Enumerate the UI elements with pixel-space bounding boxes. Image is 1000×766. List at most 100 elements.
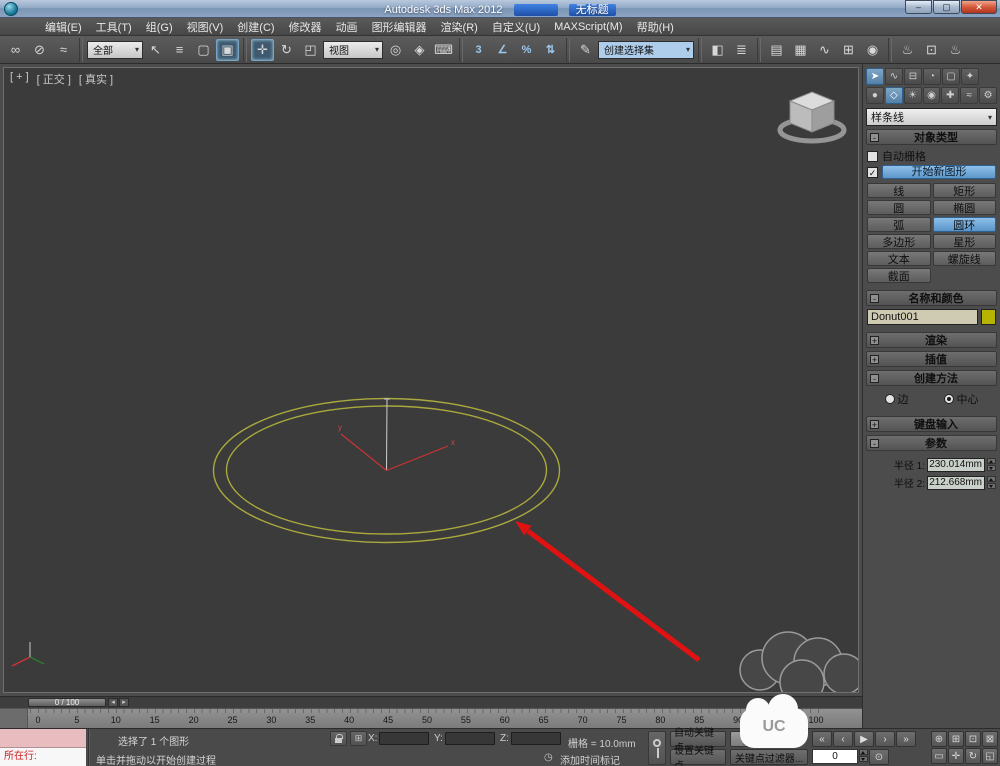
- rendered-frame-window-icon[interactable]: ⊡: [920, 39, 943, 61]
- category-cameras[interactable]: ◉: [923, 87, 941, 104]
- zoom-all-button[interactable]: ⊞: [948, 731, 964, 747]
- selection-filter-dropdown[interactable]: 全部▾: [87, 41, 143, 59]
- rollout-name-color-header[interactable]: - 名称和颜色: [866, 290, 997, 306]
- select-and-rotate-icon[interactable]: ↻: [275, 39, 298, 61]
- selection-lock-toggle[interactable]: [330, 731, 347, 746]
- previous-frame-button[interactable]: ‹: [833, 731, 853, 747]
- timeline-tick[interactable]: 80: [655, 715, 665, 725]
- previous-key-button[interactable]: ◂: [108, 698, 118, 707]
- object-type-button[interactable]: 截面: [867, 268, 931, 283]
- viewport-shading-menu[interactable]: [ 真实 ]: [79, 71, 113, 87]
- timeline-tick[interactable]: 40: [344, 715, 354, 725]
- add-time-tag[interactable]: 添加时间标记: [560, 752, 620, 766]
- creation-method-option[interactable]: 中心: [944, 391, 979, 407]
- timeline-tick[interactable]: 50: [422, 715, 432, 725]
- go-to-end-button[interactable]: »: [896, 731, 916, 747]
- category-helpers[interactable]: ✚: [941, 87, 959, 104]
- maxscript-macro-recorder[interactable]: [0, 729, 86, 748]
- object-color-swatch[interactable]: [981, 309, 996, 325]
- timeline-tick[interactable]: 20: [189, 715, 199, 725]
- timeline-tick[interactable]: 35: [305, 715, 315, 725]
- play-button[interactable]: ▶: [854, 731, 874, 747]
- object-name-field[interactable]: Donut001: [867, 309, 978, 325]
- percent-snap-icon[interactable]: %: [515, 39, 538, 61]
- object-type-button[interactable]: 矩形: [933, 183, 997, 198]
- menu-item[interactable]: 渲染(R): [434, 18, 485, 36]
- category-geometry[interactable]: ●: [866, 87, 884, 104]
- object-type-button[interactable]: 线: [867, 183, 931, 198]
- render-setup-icon[interactable]: ♨: [896, 39, 919, 61]
- curve-editor-icon[interactable]: ∿: [813, 39, 836, 61]
- zoom-extents-all-button[interactable]: ⊠: [982, 731, 998, 747]
- menu-item[interactable]: 创建(C): [230, 18, 281, 36]
- creation-method-option[interactable]: 边: [885, 391, 909, 407]
- tab-modify[interactable]: ∿: [885, 68, 903, 85]
- close-button[interactable]: ✕: [961, 0, 997, 14]
- window-crossing-toggle-icon[interactable]: ▣: [216, 39, 239, 61]
- menu-item[interactable]: 工具(T): [89, 18, 139, 36]
- mirror-icon[interactable]: ◧: [706, 39, 729, 61]
- select-and-move-icon[interactable]: ✛: [251, 39, 274, 61]
- menu-item[interactable]: 组(G): [139, 18, 180, 36]
- set-key-big-button[interactable]: [648, 731, 666, 765]
- zoom-extents-button[interactable]: ⊡: [965, 731, 981, 747]
- object-type-button[interactable]: 文本: [867, 251, 931, 266]
- object-type-button[interactable]: 弧: [867, 217, 931, 232]
- go-to-start-button[interactable]: «: [812, 731, 832, 747]
- timeline-tick[interactable]: 25: [227, 715, 237, 725]
- menu-item[interactable]: 视图(V): [180, 18, 231, 36]
- viewport-pov-menu[interactable]: [ 正交 ]: [37, 71, 71, 87]
- select-by-name-icon[interactable]: ≡: [168, 39, 191, 61]
- tab-utilities[interactable]: ✦: [961, 68, 979, 85]
- rollout-interpolation-header[interactable]: + 插值: [866, 351, 997, 367]
- maximize-button[interactable]: ▢: [933, 0, 960, 14]
- timeline-tick[interactable]: 45: [383, 715, 393, 725]
- start-new-shape-button[interactable]: 开始新图形: [882, 165, 996, 179]
- rollout-object-type-header[interactable]: - 对象类型: [866, 129, 997, 145]
- viewport[interactable]: y x: [3, 67, 859, 693]
- menu-item[interactable]: 修改器: [282, 18, 329, 36]
- rollout-rendering-header[interactable]: + 渲染: [866, 332, 997, 348]
- menu-item[interactable]: MAXScript(M): [547, 20, 629, 34]
- time-configuration-button[interactable]: ⊙: [869, 749, 889, 765]
- tab-hierarchy[interactable]: ⊟: [904, 68, 922, 85]
- x-coordinate-field[interactable]: [379, 732, 429, 745]
- radius2-spinner[interactable]: [987, 476, 996, 489]
- menu-item[interactable]: 编辑(E): [38, 18, 89, 36]
- key-filters-button[interactable]: 关键点过滤器...: [730, 749, 808, 765]
- menu-item[interactable]: 帮助(H): [630, 18, 681, 36]
- align-icon[interactable]: ≣: [730, 39, 753, 61]
- time-slider-handle[interactable]: 0 / 100: [28, 698, 106, 707]
- category-shapes[interactable]: ◇: [885, 87, 903, 104]
- viewport-general-menu[interactable]: [ + ]: [10, 71, 29, 87]
- keyboard-shortcut-override-icon[interactable]: ⌨: [432, 39, 455, 61]
- radius1-field[interactable]: 230.014mm: [927, 458, 985, 472]
- schematic-view-icon[interactable]: ⊞: [837, 39, 860, 61]
- category-space-warps[interactable]: ≈: [960, 87, 978, 104]
- subcategory-dropdown[interactable]: 样条线 ▾: [866, 108, 997, 126]
- timeline-tick[interactable]: 60: [500, 715, 510, 725]
- time-slider-track[interactable]: 0 / 100 ◂ ▸: [0, 696, 862, 708]
- timeline-tick[interactable]: 55: [461, 715, 471, 725]
- set-key-button[interactable]: 设置关键点: [670, 749, 726, 765]
- selection-region-icon[interactable]: ▢: [192, 39, 215, 61]
- radius2-field[interactable]: 212.668mm: [927, 476, 985, 490]
- named-selection-sets-dropdown[interactable]: 创建选择集▾: [598, 41, 694, 59]
- edit-named-selection-sets-icon[interactable]: ✎: [574, 39, 597, 61]
- ribbon-toggle-icon[interactable]: ▦: [789, 39, 812, 61]
- object-type-button[interactable]: 星形: [933, 234, 997, 249]
- orbit-button[interactable]: ↻: [965, 748, 981, 764]
- object-type-button[interactable]: 螺旋线: [933, 251, 997, 266]
- timeline-tick[interactable]: 70: [578, 715, 588, 725]
- timeline-tick[interactable]: 100: [808, 715, 823, 725]
- pan-button[interactable]: ✛: [948, 748, 964, 764]
- object-type-button[interactable]: 圆: [867, 200, 931, 215]
- menu-item[interactable]: 动画: [329, 18, 365, 36]
- timeline-tick[interactable]: 0: [35, 715, 40, 725]
- absolute-mode-toggle-icon[interactable]: ⊞: [350, 731, 367, 746]
- current-frame-field[interactable]: 0: [812, 749, 858, 764]
- reference-coordinate-system-dropdown[interactable]: 视图▾: [323, 41, 383, 59]
- object-type-button[interactable]: 椭圆: [933, 200, 997, 215]
- snap-toggle-icon[interactable]: 3: [467, 39, 490, 61]
- unlink-selection-icon[interactable]: ⊘: [28, 39, 51, 61]
